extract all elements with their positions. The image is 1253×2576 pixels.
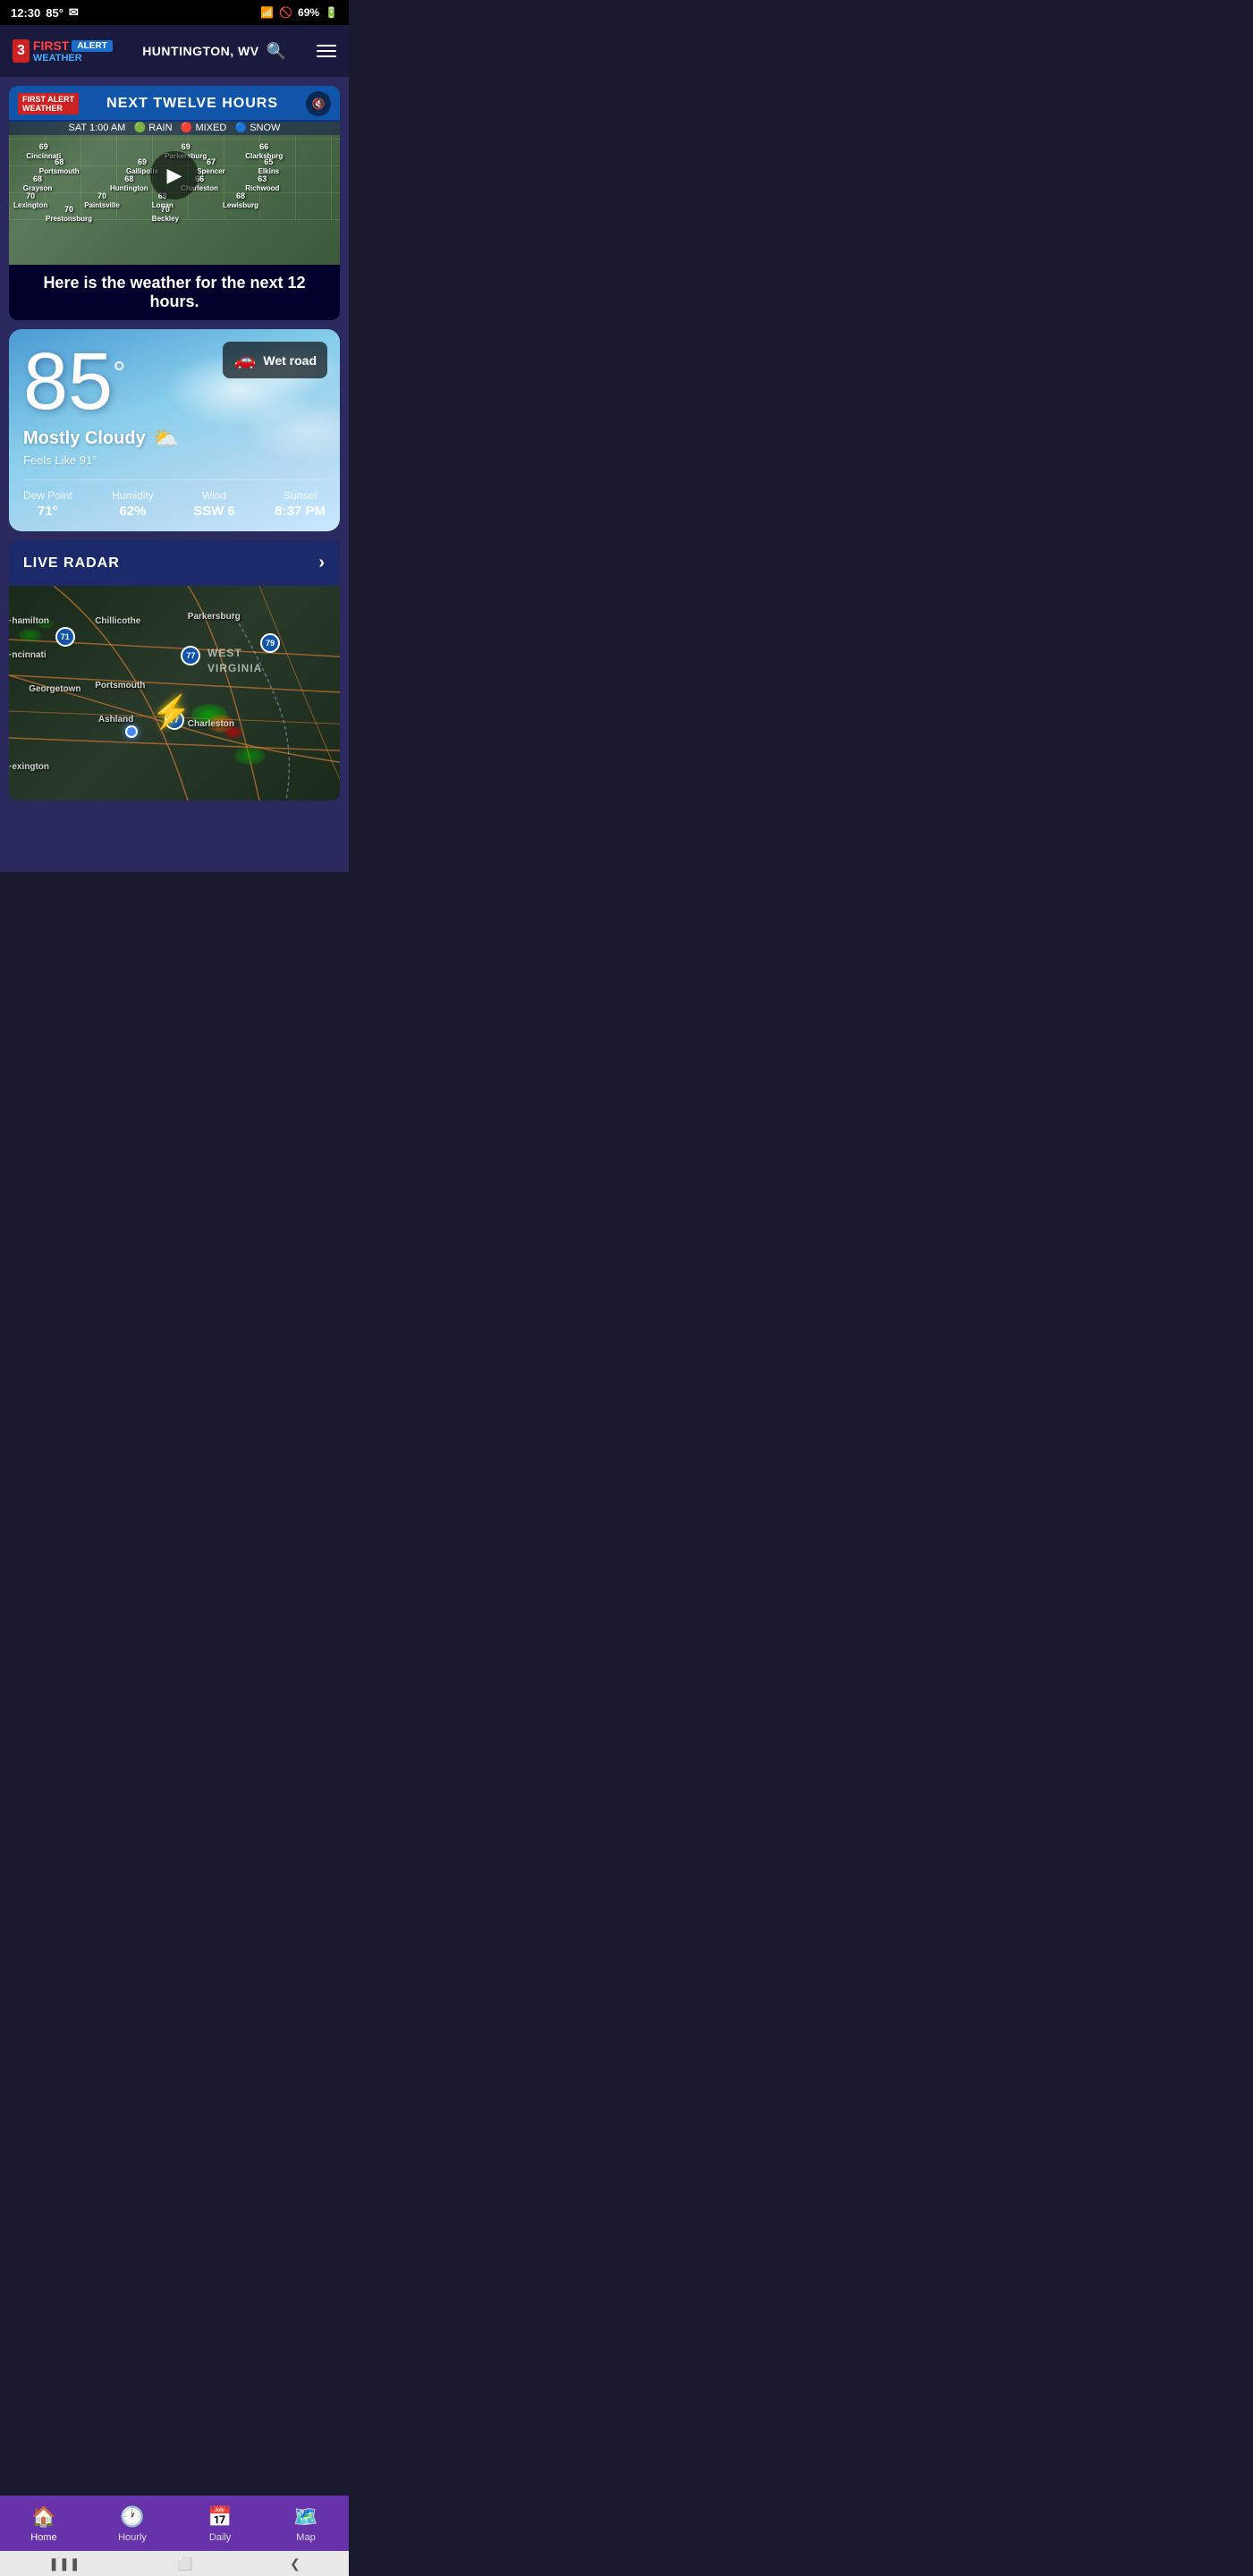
home-icon: 🏠 (31, 2505, 55, 2529)
stat-dew-point: Dew Point 71° (23, 489, 72, 519)
logo-badge: 3 (13, 39, 30, 62)
highway-79: 79 (260, 633, 280, 653)
city-temp: 63Richwood (245, 174, 279, 192)
radar-header[interactable]: LIVE RADAR › (9, 540, 340, 586)
stat-wind: Wind SSW 6 (193, 489, 235, 519)
dnd-icon: 🚫 (279, 6, 292, 19)
status-bar: 12:30 85° ✉ 📶 🚫 69% 🔋 (0, 0, 349, 25)
hamburger-menu[interactable] (317, 45, 336, 57)
nav-map-label: Map (296, 2532, 315, 2543)
degree-symbol: ° (113, 354, 125, 392)
time: 12:30 (11, 6, 40, 20)
map-city-parkersburg: Parkersburg (188, 612, 241, 622)
video-caption: Here is the weather for the next 12 hour… (9, 265, 340, 320)
bottom-nav: 🏠 Home 🕐 Hourly 📅 Daily 🗺️ Map (0, 2496, 349, 2551)
notification-icon: ✉ (69, 5, 79, 20)
city-temp: 68Lewisburg (223, 191, 258, 209)
video-title: NEXT TWELVE HOURS (79, 96, 306, 112)
city-temp: 65Elkins (258, 157, 280, 175)
condition-row: Mostly Cloudy ⛅ (23, 426, 326, 452)
city-temp: 67Spencer (197, 157, 225, 175)
state-label: WESTVIRGINIA (207, 646, 262, 676)
weather-card: 85 ° 🚗 Wet road Mostly Cloudy ⛅ Feels Li… (9, 329, 340, 531)
nav-map[interactable]: 🗺️ Map (293, 2505, 317, 2543)
wifi-icon: 📶 (260, 6, 274, 19)
radar-title: LIVE RADAR (23, 555, 120, 572)
mute-button[interactable]: 🔇 (306, 91, 331, 116)
daily-icon: 📅 (207, 2505, 232, 2529)
location-label: HUNTINGTON, WV (142, 44, 258, 58)
status-left: 12:30 85° ✉ (11, 5, 79, 20)
nav-hourly[interactable]: 🕐 Hourly (118, 2505, 147, 2543)
temperature-status: 85° (46, 6, 63, 20)
logo: 3 FIRST ALERT WEATHER (13, 38, 113, 64)
radar-blip-green-2 (234, 747, 266, 765)
wet-road-label: Wet road (263, 353, 317, 368)
map-city-georgetown: Georgetown (29, 684, 80, 694)
search-icon[interactable]: 🔍 (267, 42, 287, 61)
battery-percent: 69% (298, 6, 319, 19)
logo-text: FIRST ALERT WEATHER (33, 38, 113, 64)
condition-icon: ⛅ (153, 426, 180, 452)
map-city-cincinnati: ·ncinnati (9, 650, 47, 660)
radar-blip-green-3 (19, 629, 41, 642)
city-temp: 70Prestonsburg (46, 205, 92, 223)
nav-daily-label: Daily (209, 2532, 231, 2543)
map-city-portsmouth: Portsmouth (95, 681, 145, 691)
nav-home[interactable]: 🏠 Home (30, 2505, 56, 2543)
map-city-ashland: Ashland (98, 715, 133, 724)
weather-content: 85 ° 🚗 Wet road Mostly Cloudy ⛅ Feels Li… (9, 329, 340, 531)
hourly-icon: 🕐 (120, 2505, 144, 2529)
feels-like: Feels Like 91° (23, 453, 326, 467)
app-header: 3 FIRST ALERT WEATHER HUNTINGTON, WV 🔍 (0, 25, 349, 77)
logo-weather: WEATHER (33, 53, 113, 64)
location-dot (125, 725, 138, 738)
video-card: FIRST ALERTWEATHER NEXT TWELVE HOURS 🔇 S… (9, 86, 340, 320)
video-badge: FIRST ALERTWEATHER (18, 93, 79, 114)
video-thumbnail[interactable]: FIRST ALERTWEATHER NEXT TWELVE HOURS 🔇 S… (9, 86, 340, 265)
city-temp: 68Portsmouth (39, 157, 80, 175)
system-nav-bar: ❚❚❚ ⬜ ❮ (0, 2551, 349, 2576)
city-temp: 68Grayson (23, 174, 52, 192)
nav-home-label: Home (30, 2532, 56, 2543)
main-content: FIRST ALERTWEATHER NEXT TWELVE HOURS 🔇 S… (0, 77, 349, 872)
city-temp: 70Lexington (13, 191, 47, 209)
weather-stats: Dew Point 71° Humidity 62% Wind SSW 6 Su… (23, 479, 326, 519)
logo-first: FIRST (33, 38, 69, 53)
radar-map[interactable]: ·hamilton Chillicothe Parkersburg ·ncinn… (9, 586, 340, 801)
map-icon: 🗺️ (293, 2505, 317, 2529)
play-button[interactable]: ▶ (150, 151, 199, 199)
stat-humidity: Humidity 62% (112, 489, 154, 519)
condition-text: Mostly Cloudy (23, 428, 146, 449)
city-temp: 70Beckley (152, 205, 179, 223)
nav-daily[interactable]: 📅 Daily (207, 2505, 232, 2543)
temperature-value: 85 (23, 342, 113, 422)
home-button[interactable]: ⬜ (177, 2556, 192, 2572)
map-city-chillicothe: Chillicothe (95, 616, 140, 626)
radar-card: LIVE RADAR › (9, 540, 340, 801)
lightning-icon: ⚡ (151, 693, 191, 731)
map-city-lexington: ·exington (9, 762, 49, 772)
city-temp: 68Huntington (110, 174, 148, 192)
status-right: 📶 🚫 69% 🔋 (260, 6, 338, 19)
map-city-hamilton: ·hamilton (9, 616, 49, 626)
wet-road-badge: 🚗 Wet road (223, 342, 327, 378)
recents-button[interactable]: ❚❚❚ (48, 2556, 80, 2572)
location-search[interactable]: HUNTINGTON, WV 🔍 (142, 42, 286, 61)
nav-hourly-label: Hourly (118, 2532, 147, 2543)
logo-alert: ALERT (72, 40, 112, 52)
wet-road-icon: 🚗 (233, 349, 256, 371)
back-button[interactable]: ❮ (290, 2556, 301, 2572)
logo-number: 3 (17, 43, 25, 58)
logo-first-text: FIRST (33, 38, 69, 53)
stat-sunset: Sunset 8:37 PM (275, 489, 326, 519)
battery-icon: 🔋 (325, 6, 338, 19)
highway-71: 71 (55, 627, 75, 647)
radar-chevron-icon[interactable]: › (318, 553, 326, 573)
map-city-charleston: Charleston (188, 719, 234, 729)
video-overlay-top: FIRST ALERTWEATHER NEXT TWELVE HOURS 🔇 (9, 86, 340, 122)
video-time-label: SAT 1:00 AM 🟢 RAIN 🔴 MIXED 🔵 SNOW (9, 120, 340, 135)
